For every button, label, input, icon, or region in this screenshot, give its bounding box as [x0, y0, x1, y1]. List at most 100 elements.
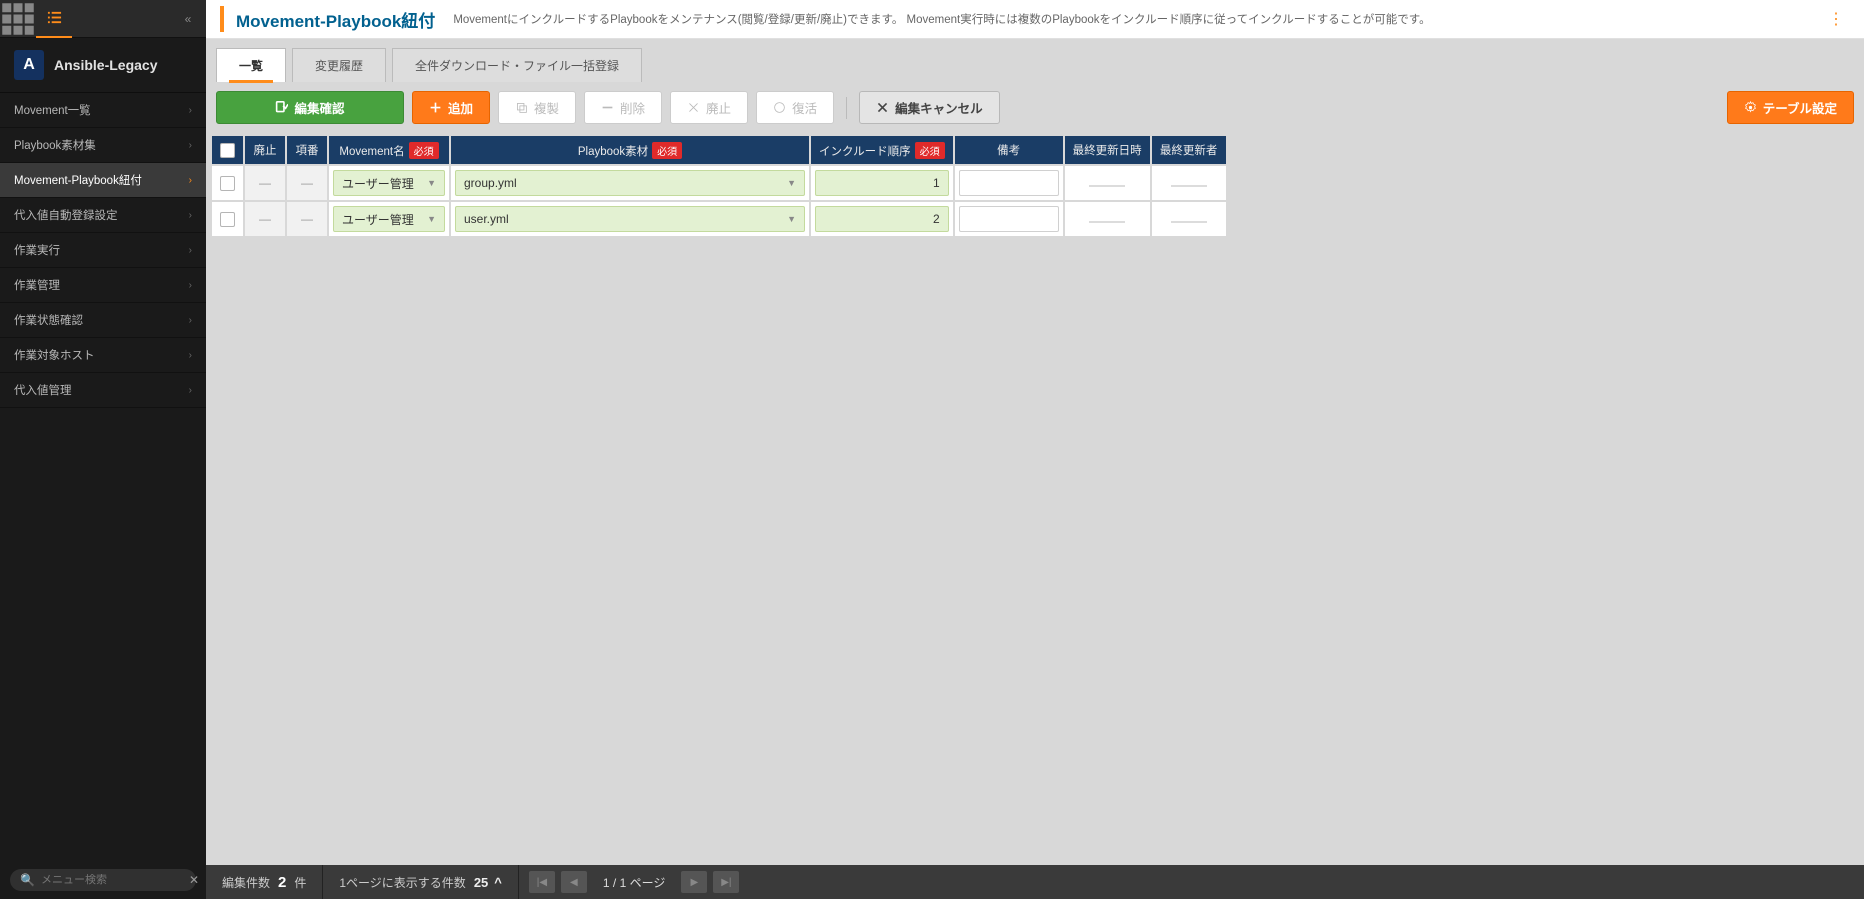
accent-bar	[220, 6, 224, 32]
col-movement: Movement名必須	[329, 136, 449, 164]
updater-cell	[1152, 202, 1226, 236]
sidebar-item[interactable]: 代入値自動登録設定 ›	[0, 198, 206, 233]
per-page: 1ページに表示する件数 25^	[323, 865, 519, 899]
cancel-button[interactable]: 編集キャンセル	[859, 91, 1000, 124]
kebab-icon[interactable]: ⋮	[1822, 9, 1850, 29]
sidebar-item[interactable]: 作業対象ホスト ›	[0, 338, 206, 373]
page-last-button[interactable]: ▶|	[713, 871, 739, 893]
page-prev-button[interactable]: ◀	[561, 871, 587, 893]
table-settings-button[interactable]: テーブル設定	[1727, 91, 1854, 124]
page-next-button[interactable]: ▶	[681, 871, 707, 893]
plus-icon	[429, 101, 442, 114]
sidebar-item[interactable]: Playbook素材集 ›	[0, 128, 206, 163]
discard-cell: —	[245, 202, 285, 236]
button-label: テーブル設定	[1763, 98, 1837, 117]
divider	[846, 97, 847, 119]
order-input[interactable]: 2	[815, 206, 949, 232]
sidebar-item[interactable]: Movement一覧›	[0, 93, 206, 128]
menu-search-input[interactable]	[41, 874, 183, 886]
sidebar-item[interactable]: 作業管理›	[0, 268, 206, 303]
sidebar-item-label: Playbook素材集	[14, 137, 96, 153]
order-input[interactable]: 1	[815, 170, 949, 196]
chevron-right-icon: ›	[189, 210, 192, 221]
col-num: 項番	[287, 136, 327, 164]
chevron-right-icon: ›	[189, 385, 192, 396]
col-order: インクルード順序必須	[811, 136, 953, 164]
copy-button: 複製	[498, 91, 576, 124]
caret-down-icon: ▼	[787, 178, 796, 188]
data-table: 廃止 項番 Movement名必須 Playbook素材必須 インクルード順序必…	[210, 134, 1228, 238]
check-doc-icon	[275, 101, 288, 114]
note-input[interactable]	[959, 206, 1059, 232]
sidebar-item[interactable]: 作業実行›	[0, 233, 206, 268]
num-cell: —	[287, 202, 327, 236]
updated-cell	[1065, 202, 1150, 236]
sidebar-item-label: 代入値管理	[14, 382, 72, 398]
list-icon[interactable]	[36, 0, 72, 38]
col-updater: 最終更新者	[1152, 136, 1226, 164]
add-button[interactable]: 追加	[412, 91, 490, 124]
col-discard: 廃止	[245, 136, 285, 164]
sidebar-item-label: 代入値自動登録設定	[14, 207, 118, 223]
menu-search-wrap: 🔍 ✕	[0, 861, 206, 899]
tab-download[interactable]: 全件ダウンロード・ファイル一括登録	[392, 48, 642, 82]
per-page-label: 1ページに表示する件数	[339, 874, 465, 891]
chevron-right-icon: ›	[189, 315, 192, 326]
chevron-right-icon: ›	[189, 140, 192, 151]
per-page-select[interactable]: 25^	[474, 875, 502, 890]
sidebar-item-label: 作業状態確認	[14, 312, 83, 328]
minus-icon	[601, 101, 614, 114]
playbook-select[interactable]: group.yml▼	[455, 170, 805, 196]
row-checkbox[interactable]	[220, 176, 235, 191]
main: Movement-Playbook紐付 MovementにインクルードするPla…	[206, 0, 1864, 899]
chevron-right-icon: ›	[189, 105, 192, 116]
clear-icon[interactable]: ✕	[189, 873, 199, 887]
sidebar: « A Ansible-Legacy Movement一覧› Playbook素…	[0, 0, 206, 899]
button-label: 復活	[792, 98, 817, 117]
x-icon	[876, 101, 889, 114]
caret-down-icon: ▼	[427, 214, 436, 224]
sidebar-tabs: «	[0, 0, 206, 38]
sidebar-item-label: 作業対象ホスト	[14, 347, 95, 363]
col-note: 備考	[955, 136, 1063, 164]
revive-button: 復活	[756, 91, 834, 124]
tab-list[interactable]: 一覧	[216, 48, 286, 82]
movement-select[interactable]: ユーザー管理▼	[333, 206, 445, 232]
playbook-select[interactable]: user.yml▼	[455, 206, 805, 232]
chevron-up-icon: ^	[494, 875, 502, 890]
grid-icon[interactable]	[0, 0, 36, 38]
page-first-button[interactable]: |◀	[529, 871, 555, 893]
table-wrap: 廃止 項番 Movement名必須 Playbook素材必須 インクルード順序必…	[206, 134, 1864, 242]
button-label: 複製	[534, 98, 559, 117]
table-row: — — ユーザー管理▼ user.yml▼ 2	[212, 202, 1226, 236]
tab-history[interactable]: 変更履歴	[292, 48, 386, 82]
brand-text: Ansible-Legacy	[54, 57, 157, 73]
edit-count-value: 2	[278, 874, 286, 891]
content-tabs: 一覧 変更履歴 全件ダウンロード・ファイル一括登録	[206, 39, 1864, 81]
row-checkbox[interactable]	[220, 212, 235, 227]
revive-icon	[773, 101, 786, 114]
confirm-button[interactable]: 編集確認	[216, 91, 404, 124]
sidebar-item[interactable]: 代入値管理 ›	[0, 373, 206, 408]
sidebar-item[interactable]: 作業状態確認 ›	[0, 303, 206, 338]
num-cell: —	[287, 166, 327, 200]
note-input[interactable]	[959, 170, 1059, 196]
page-description: MovementにインクルードするPlaybookをメンテナンス(閲覧/登録/更…	[453, 11, 1430, 27]
toolbar: 編集確認 追加 複製 削除 廃止 復活 編集キャンセル テ	[206, 81, 1864, 134]
select-all-checkbox[interactable]	[220, 143, 235, 158]
brand: A Ansible-Legacy	[0, 38, 206, 93]
sidebar-item[interactable]: Movement-Playbook紐付›	[0, 163, 206, 198]
menu-search[interactable]: 🔍 ✕	[10, 869, 196, 891]
button-label: 編集キャンセル	[895, 98, 983, 117]
caret-down-icon: ▼	[427, 178, 436, 188]
sidebar-item-label: 作業実行	[14, 242, 60, 258]
col-updated: 最終更新日時	[1065, 136, 1150, 164]
movement-select[interactable]: ユーザー管理▼	[333, 170, 445, 196]
col-playbook: Playbook素材必須	[451, 136, 809, 164]
button-label: 廃止	[706, 98, 731, 117]
required-badge: 必須	[652, 142, 682, 159]
collapse-sidebar-icon[interactable]: «	[170, 12, 206, 26]
sidebar-menu: Movement一覧› Playbook素材集 › Movement-Playbo…	[0, 93, 206, 861]
chevron-right-icon: ›	[189, 350, 192, 361]
chevron-right-icon: ›	[189, 280, 192, 291]
